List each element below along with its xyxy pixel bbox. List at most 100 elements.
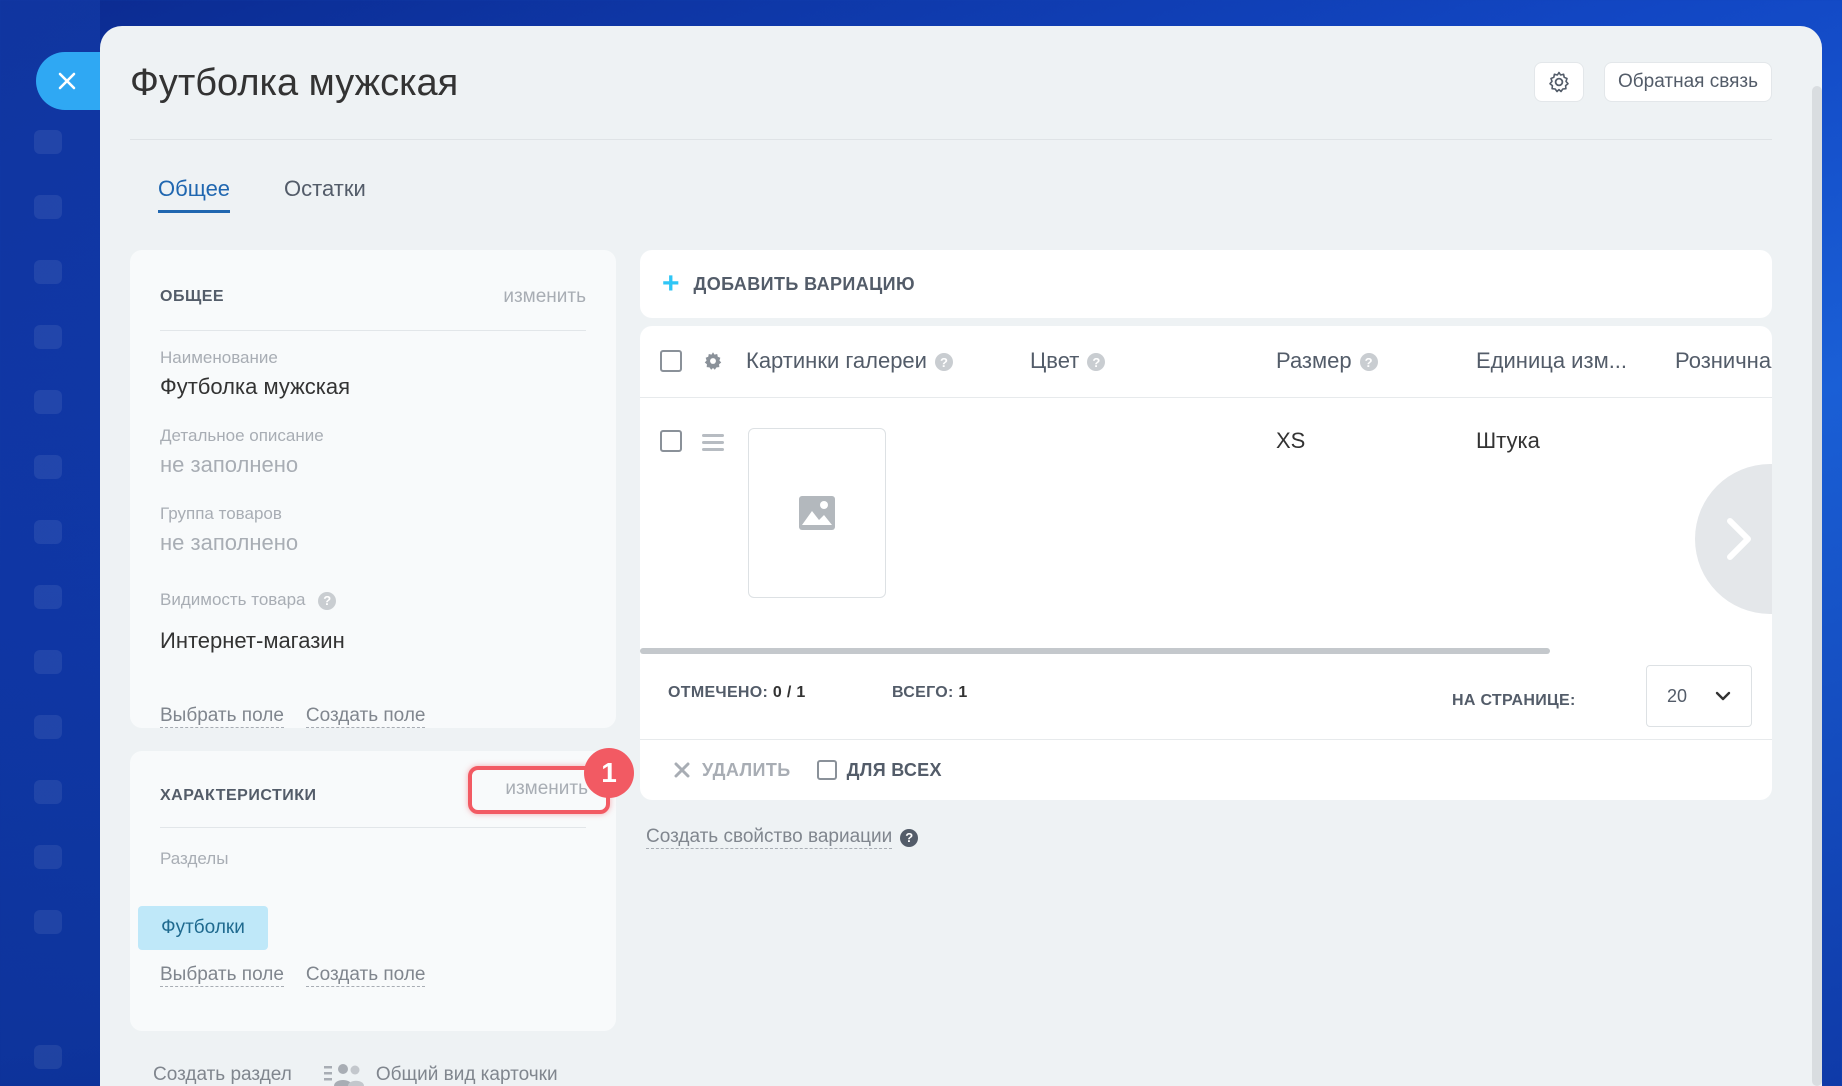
field-label: Группа товаров <box>160 504 282 523</box>
scroll-right-button[interactable] <box>1695 464 1772 614</box>
general-card-heading: ОБЩЕЕ <box>160 288 225 305</box>
characteristics-edit-link[interactable]: изменить <box>505 778 588 800</box>
vertical-scrollbar[interactable] <box>1812 86 1822 1086</box>
help-icon[interactable]: ? <box>934 353 953 372</box>
tab-general[interactable]: Общее <box>158 176 231 213</box>
per-page-select[interactable]: 20 <box>1646 665 1752 727</box>
total-value: 1 <box>958 684 968 701</box>
cell-unit[interactable]: Штука <box>1476 428 1540 454</box>
column-color[interactable]: Цвет? <box>1030 348 1106 374</box>
field-value: не заполнено <box>160 530 299 555</box>
grid-actions: УДАЛИТЬ ДЛЯ ВСЕХ <box>640 740 1772 800</box>
sidebar-blur-item <box>34 195 62 219</box>
help-icon[interactable]: ? <box>318 591 337 610</box>
help-icon[interactable]: ? <box>1359 353 1378 372</box>
sidebar-blur-item <box>34 130 62 154</box>
variations-grid: Картинки галереи? Цвет? Размер? Единица … <box>640 326 1772 800</box>
row-checkbox[interactable] <box>660 430 682 452</box>
sidebar-blur-item <box>34 260 62 284</box>
per-page-label: НА СТРАНИЦЕ: <box>1452 692 1576 709</box>
delete-button[interactable]: УДАЛИТЬ <box>674 760 791 781</box>
add-variation-label: ДОБАВИТЬ ВАРИАЦИЮ <box>693 273 915 294</box>
section-chip[interactable]: Футболки <box>138 906 268 950</box>
drag-handle-icon[interactable] <box>702 434 724 455</box>
create-variation-property[interactable]: Создать свойство вариации ? <box>646 826 919 849</box>
general-card-header: ОБЩЕЕ изменить <box>160 286 586 331</box>
product-card-panel: Футболка мужская Обратная связь Общее Ос… <box>100 26 1822 1086</box>
create-section-link[interactable]: Создать раздел <box>153 1064 292 1086</box>
field-value: Футболка мужская <box>160 374 351 399</box>
gallery-image-upload[interactable] <box>748 428 886 598</box>
field-product-group: Группа товаров не заполнено <box>160 504 298 556</box>
checked-counter: ОТМЕЧЕНО: 0 / 1 <box>668 684 806 702</box>
delete-label: УДАЛИТЬ <box>702 759 791 780</box>
header-divider <box>130 139 1772 140</box>
field-value: не заполнено <box>160 452 299 477</box>
sidebar-blur-item <box>34 715 62 739</box>
column-unit[interactable]: Единица изм... <box>1476 348 1627 374</box>
add-variation-button[interactable]: + ДОБАВИТЬ ВАРИАЦИЮ <box>640 250 1772 318</box>
users-icon <box>323 1064 364 1086</box>
horizontal-scrollbar[interactable] <box>640 648 1550 654</box>
sidebar-blur-item <box>34 845 62 869</box>
background-sidebar <box>0 0 100 1086</box>
step-badge: 1 <box>584 748 634 798</box>
sidebar-blur-item <box>34 650 62 674</box>
field-label: Разделы <box>160 849 229 868</box>
cell-size[interactable]: XS <box>1276 428 1305 454</box>
for-all-checkbox[interactable] <box>816 760 837 780</box>
column-label: Размер <box>1276 348 1352 373</box>
field-label: Детальное описание <box>160 426 324 445</box>
select-field-link[interactable]: Выбрать поле <box>160 964 284 987</box>
characteristics-card-heading: ХАРАКТЕРИСТИКИ <box>160 787 317 804</box>
sidebar-blur-item <box>34 390 62 414</box>
general-edit-link[interactable]: изменить <box>503 286 586 308</box>
sidebar-blur-item <box>34 1045 62 1069</box>
checked-value: 0 / 1 <box>772 684 806 701</box>
feedback-button[interactable]: Обратная связь <box>1604 62 1772 102</box>
close-icon <box>58 72 76 90</box>
close-icon <box>674 762 690 778</box>
column-gallery[interactable]: Картинки галереи? <box>746 348 953 374</box>
tab-bar: Общее Остатки <box>158 176 366 213</box>
gear-icon[interactable] <box>702 350 724 372</box>
grid-footer: ОТМЕЧЕНО: 0 / 1 ВСЕГО: 1 НА СТРАНИЦЕ: 20 <box>640 656 1772 740</box>
create-field-link[interactable]: Создать поле <box>305 705 426 728</box>
create-field-link[interactable]: Создать поле <box>305 964 426 987</box>
for-all-option[interactable]: ДЛЯ ВСЕХ <box>816 760 942 781</box>
field-sections: Разделы <box>160 849 228 869</box>
sidebar-blur-item <box>34 325 62 349</box>
field-name: Наименование Футболка мужская <box>160 348 350 400</box>
card-view-group[interactable]: Общий вид карточки <box>323 1062 558 1086</box>
characteristics-field-links: Выбрать поле Создать поле <box>160 964 426 987</box>
create-variation-property-link[interactable]: Создать свойство вариации <box>646 826 893 849</box>
tab-stock[interactable]: Остатки <box>284 176 366 213</box>
field-value: Интернет-магазин <box>160 628 345 653</box>
sidebar-blur-item <box>34 585 62 609</box>
sidebar-blur-item <box>34 520 62 544</box>
field-label: Наименование <box>160 348 278 367</box>
plus-icon: + <box>662 267 680 300</box>
field-visibility: Видимость товара ? Интернет-магазин <box>160 590 345 654</box>
help-icon[interactable]: ? <box>1087 353 1106 372</box>
settings-button[interactable] <box>1534 62 1584 102</box>
field-label-row: Видимость товара ? <box>160 590 345 610</box>
select-all-checkbox[interactable] <box>660 350 682 372</box>
image-placeholder-icon <box>799 496 835 530</box>
field-description: Детальное описание не заполнено <box>160 426 324 478</box>
page-title: Футболка мужская <box>130 62 459 104</box>
column-retail-price[interactable]: Розничная <box>1675 348 1772 374</box>
chevron-down-icon <box>1715 691 1731 701</box>
select-field-link[interactable]: Выбрать поле <box>160 705 284 728</box>
sidebar-blur-item <box>34 780 62 804</box>
chevron-right-icon <box>1727 518 1751 560</box>
grid-header: Картинки галереи? Цвет? Размер? Единица … <box>640 326 1772 398</box>
sidebar-blur-item <box>34 455 62 479</box>
total-counter: ВСЕГО: 1 <box>892 684 968 702</box>
card-view-link[interactable]: Общий вид карточки <box>375 1064 558 1086</box>
checked-label: ОТМЕЧЕНО: <box>668 684 769 701</box>
general-field-links: Выбрать поле Создать поле <box>160 705 426 728</box>
column-size[interactable]: Размер? <box>1276 348 1378 374</box>
per-page-value: 20 <box>1667 685 1688 706</box>
help-icon[interactable]: ? <box>900 828 919 847</box>
